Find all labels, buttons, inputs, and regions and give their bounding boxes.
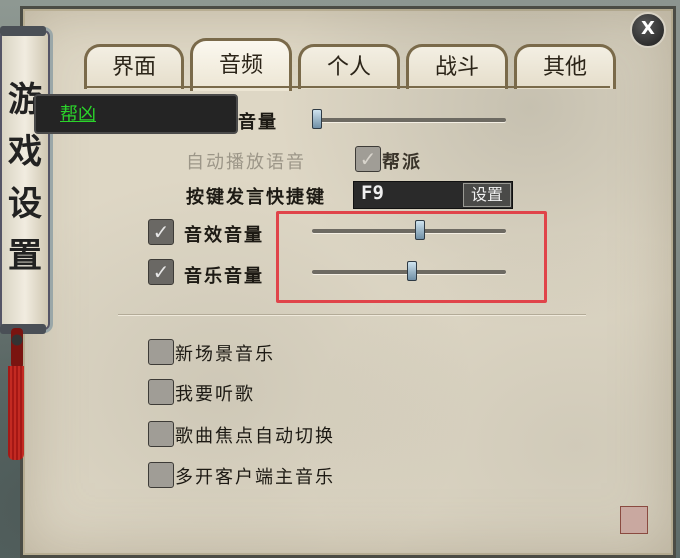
multi-client-music-checkbox[interactable] [148,462,174,488]
sfx-volume-checkbox[interactable]: ✓ [148,219,174,245]
tab-baseline [84,86,610,88]
song-focus-switch-checkbox[interactable] [148,421,174,447]
scroll-cap-top [0,26,46,36]
voice-volume-label: 音量 [238,112,278,133]
voice-volume-track[interactable] [312,118,506,122]
section-divider [118,314,586,315]
music-volume-checkbox[interactable]: ✓ [148,259,174,285]
music-volume-label: 音乐音量 [184,266,264,287]
new-scene-music-checkbox[interactable] [148,339,174,365]
tab-personal[interactable]: 个人 [298,44,400,89]
tab-interface[interactable]: 界面 [84,44,184,89]
title-scroll: 游 戏 设 置 [0,26,50,334]
listen-music-label: 我要听歌 [175,384,255,405]
hotkey-value: F9 [361,182,384,204]
sfx-volume-label: 音效音量 [184,225,264,246]
title-char: 设 [8,184,42,224]
red-seal-stamp [620,506,648,534]
red-tassel [8,366,24,460]
multi-client-music-label: 多开客户端主音乐 [175,467,335,488]
hotkey-set-button[interactable]: 设置 [463,183,511,207]
close-button[interactable]: X [630,12,666,48]
voice-volume-thumb[interactable] [311,109,322,129]
hotkey-label: 按键发言快捷键 [186,187,326,208]
tab-other[interactable]: 其他 [514,44,616,89]
highlight-box [276,211,547,303]
tab-combat[interactable]: 战斗 [406,44,508,89]
auto-play-voice-label: 自动播放语音 [186,152,306,173]
guild-voice-label: 帮派 [382,152,422,173]
title-char: 置 [8,236,42,276]
new-scene-music-label: 新场景音乐 [175,344,275,365]
voice-channel-name[interactable]: 帮凶 [60,100,96,126]
tab-audio[interactable]: 音频 [190,38,292,91]
tassel-knot [11,328,23,368]
listen-music-checkbox[interactable] [148,379,174,405]
guild-voice-checkbox[interactable]: ✓ [355,146,381,172]
song-focus-switch-label: 歌曲焦点自动切换 [175,426,335,447]
scroll-cap-bottom [0,324,46,334]
